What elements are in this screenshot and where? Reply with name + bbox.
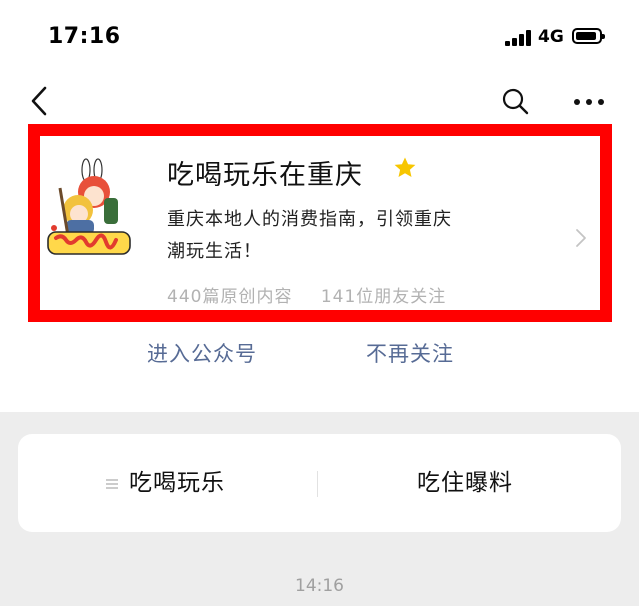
unfollow-button[interactable]: 不再关注 [366, 338, 454, 368]
friends-following-count: 141位朋友关注 [320, 287, 447, 307]
original-content-count: 440篇原创内容 [167, 287, 293, 307]
chevron-left-icon[interactable] [26, 84, 56, 118]
network-type: 4G [538, 27, 564, 47]
account-avatar [47, 158, 131, 255]
account-profile-card[interactable]: 吃喝玩乐在重庆 重庆本地人的消费指南，引领重庆潮玩生活！ 440篇原创内容 14… [28, 124, 612, 322]
menu-item-eat-drink-play[interactable]: 吃喝玩乐 [129, 434, 225, 532]
account-name: 吃喝玩乐在重庆 [167, 160, 363, 191]
menu-lines-icon [106, 479, 118, 489]
battery-icon [572, 28, 605, 44]
account-actions: 进入公众号 不再关注 [0, 338, 639, 378]
signal-icon [505, 30, 533, 46]
search-icon[interactable] [500, 86, 530, 116]
nav-bar [0, 78, 639, 128]
menu-item-tips[interactable]: 吃住曝料 [417, 434, 513, 532]
status-bar: 17:16 4G [0, 0, 639, 78]
account-menu: 吃喝玩乐 吃住曝料 [18, 434, 621, 532]
chevron-right-icon [576, 229, 586, 247]
chat-area: 吃喝玩乐 吃住曝料 14:16 [0, 412, 639, 606]
chat-timestamp: 14:16 [295, 576, 344, 596]
star-icon [394, 157, 416, 177]
more-dots-icon[interactable] [572, 90, 606, 114]
enter-account-button[interactable]: 进入公众号 [147, 338, 257, 368]
status-time: 17:16 [48, 24, 121, 49]
account-stats: 440篇原创内容 141位朋友关注 [167, 282, 446, 307]
account-description: 重庆本地人的消费指南，引领重庆潮玩生活！ [167, 209, 452, 262]
menu-divider [317, 471, 318, 497]
